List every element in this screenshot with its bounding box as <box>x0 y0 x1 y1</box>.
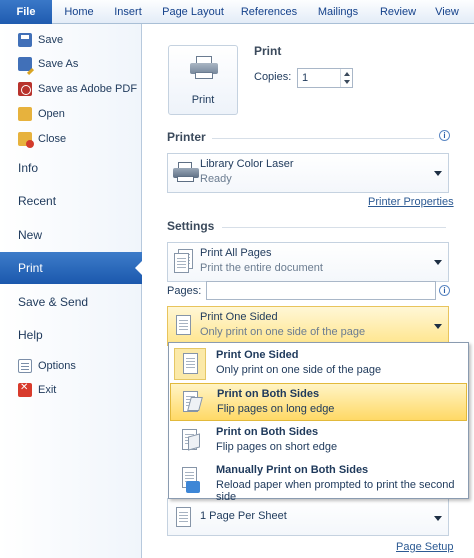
print-range-desc: Print the entire document <box>200 262 323 274</box>
print-sides-desc: Only print on one side of the page <box>200 326 366 338</box>
close-label: Close <box>38 133 67 145</box>
save-label: Save <box>38 34 64 46</box>
pdf-icon <box>18 82 32 96</box>
printer-divider <box>212 138 434 139</box>
tab-review[interactable]: Review <box>376 0 420 24</box>
pages-label: Pages: <box>167 285 202 297</box>
nav-tab-info[interactable]: Info <box>0 152 142 184</box>
save-as-command[interactable]: Save As <box>0 52 142 76</box>
exit-icon <box>18 382 32 397</box>
settings-divider <box>222 227 446 228</box>
print-button-label: Print <box>191 94 215 106</box>
menu-item-desc: Flip pages on long edge <box>217 403 335 415</box>
dropdown-arrow-icon <box>434 171 442 176</box>
save-as-label: Save As <box>38 58 79 70</box>
printer-name: Library Color Laser <box>200 158 294 170</box>
menu-item-one-sided[interactable]: Print One Sided Only print on one side o… <box>170 345 467 383</box>
nav-tab-help[interactable]: Help <box>0 319 142 351</box>
nav-tab-new[interactable]: New <box>0 219 142 251</box>
tab-page-layout[interactable]: Page Layout <box>160 0 226 24</box>
open-command[interactable]: Open <box>0 102 142 126</box>
open-label: Open <box>38 108 65 120</box>
printer-dropdown[interactable]: Library Color Laser Ready <box>167 153 449 193</box>
pages-input[interactable] <box>206 281 436 300</box>
backstage-nav: Save Save As Save as Adobe PDF Open Clos… <box>0 24 143 558</box>
menu-item-title: Print on Both Sides <box>217 388 320 400</box>
ribbon-tab-bar: File Home Insert Page Layout References … <box>0 0 474 24</box>
save-as-pdf-command[interactable]: Save as Adobe PDF <box>0 77 142 101</box>
save-as-icon <box>18 57 32 71</box>
menu-item-manual-duplex[interactable]: Manually Print on Both Sides Reload pape… <box>170 460 467 503</box>
nav-tab-recent[interactable]: Recent <box>0 185 142 217</box>
pages-icon <box>174 249 194 275</box>
print-sides-menu: Print One Sided Only print on one side o… <box>168 342 469 503</box>
menu-item-desc: Reload paper when prompted to print the … <box>216 479 455 503</box>
options-label: Options <box>38 360 76 372</box>
copies-value: 1 <box>302 72 309 84</box>
dropdown-arrow-icon <box>434 516 442 521</box>
tab-references[interactable]: References <box>238 0 300 24</box>
one-sided-icon <box>174 313 194 339</box>
printer-heading: Printer <box>167 130 206 144</box>
print-sides-title: Print One Sided <box>200 311 278 323</box>
flip-short-edge-icon <box>174 425 206 457</box>
tab-view[interactable]: View <box>430 0 464 24</box>
exit-label: Exit <box>38 384 57 396</box>
one-sided-page-icon <box>174 348 206 380</box>
copies-spin-buttons[interactable] <box>340 69 352 87</box>
options-icon <box>18 359 32 373</box>
copies-label: Copies: <box>254 71 292 83</box>
menu-item-title: Manually Print on Both Sides <box>216 464 369 476</box>
close-command[interactable]: Close <box>0 127 142 151</box>
menu-item-desc: Flip pages on short edge <box>216 441 338 453</box>
pages-info-icon[interactable]: i <box>439 285 450 296</box>
settings-heading: Settings <box>167 219 215 233</box>
printer-properties-link[interactable]: Printer Properties <box>368 196 454 208</box>
nav-tab-save-send[interactable]: Save & Send <box>0 286 142 318</box>
pages-per-sheet-dropdown[interactable]: 1 Page Per Sheet <box>167 498 449 536</box>
tab-mailings[interactable]: Mailings <box>312 0 364 24</box>
print-range-dropdown[interactable]: Print All Pages Print the entire documen… <box>167 242 449 282</box>
flip-long-edge-icon <box>175 387 207 419</box>
print-range-title: Print All Pages <box>200 247 272 259</box>
spin-down-icon[interactable] <box>344 80 350 84</box>
menu-item-title: Print One Sided <box>216 349 299 361</box>
manual-duplex-icon <box>174 463 206 495</box>
print-heading: Print <box>254 44 282 58</box>
page-setup-link[interactable]: Page Setup <box>396 541 454 553</box>
printer-info-icon[interactable]: i <box>439 130 450 141</box>
open-folder-icon <box>18 107 32 121</box>
spin-up-icon[interactable] <box>344 72 350 76</box>
save-command[interactable]: Save <box>0 28 142 52</box>
menu-item-title: Print on Both Sides <box>216 426 319 438</box>
close-folder-icon <box>18 132 34 148</box>
menu-item-desc: Only print on one side of the page <box>216 364 382 376</box>
options-command[interactable]: Options <box>0 354 142 378</box>
printer-icon <box>190 56 218 80</box>
save-icon <box>18 33 32 47</box>
print-button[interactable]: Print <box>168 45 238 115</box>
dropdown-arrow-icon <box>434 260 442 265</box>
menu-item-both-sides-long-edge[interactable]: Print on Both Sides Flip pages on long e… <box>170 383 467 421</box>
printer-status: Ready <box>200 173 232 185</box>
print-sides-dropdown[interactable]: Print One Sided Only print on one side o… <box>167 306 449 346</box>
page-per-sheet-icon <box>174 505 194 531</box>
tab-file[interactable]: File <box>0 0 52 24</box>
nav-tab-print[interactable]: Print <box>0 252 143 284</box>
printer-device-icon <box>173 162 199 182</box>
save-as-pdf-label: Save as Adobe PDF <box>38 83 138 95</box>
exit-command[interactable]: Exit <box>0 378 142 402</box>
copies-spinner[interactable]: 1 <box>297 68 353 88</box>
pages-per-sheet-title: 1 Page Per Sheet <box>200 510 287 522</box>
menu-item-both-sides-short-edge[interactable]: Print on Both Sides Flip pages on short … <box>170 422 467 460</box>
tab-home[interactable]: Home <box>60 0 98 24</box>
dropdown-arrow-icon <box>434 324 442 329</box>
tab-insert[interactable]: Insert <box>110 0 146 24</box>
